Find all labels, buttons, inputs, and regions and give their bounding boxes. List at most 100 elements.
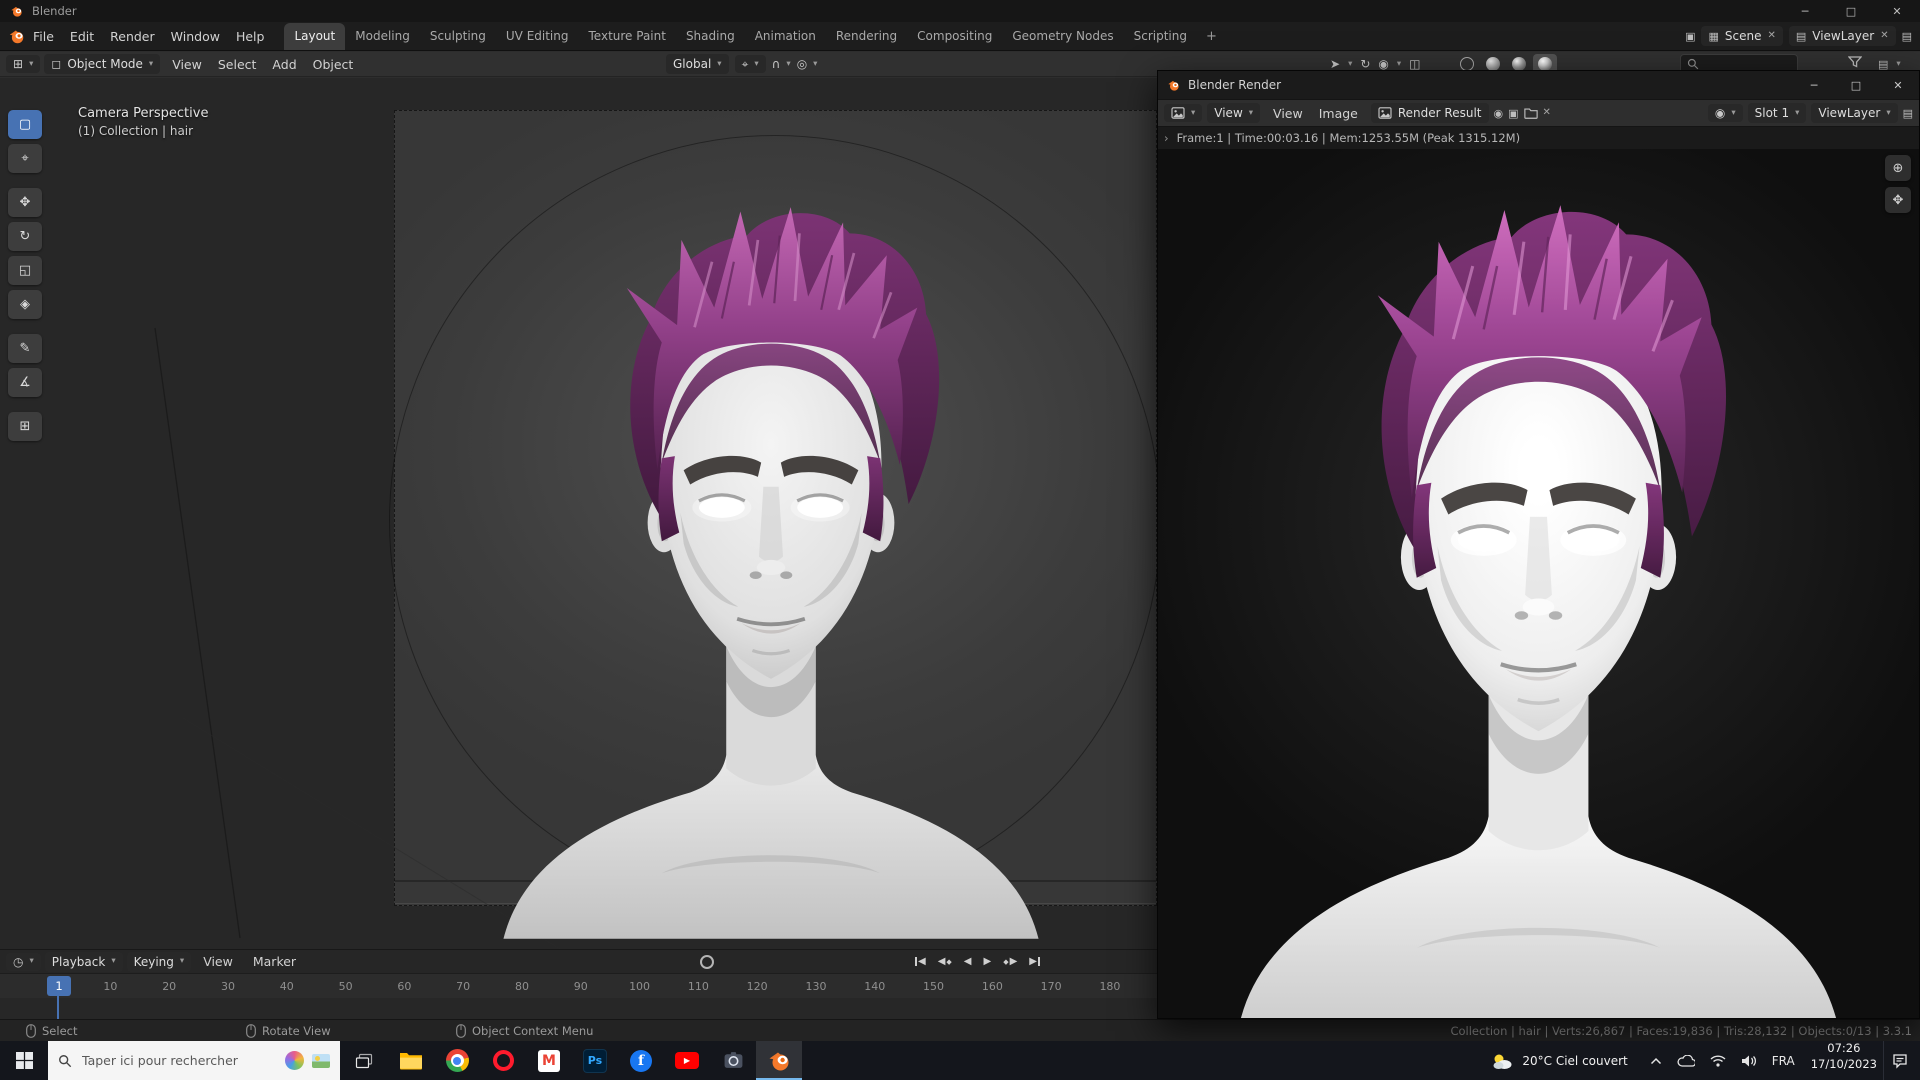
proportional-edit-icon[interactable]: ◎ — [797, 58, 807, 70]
prev-keyframe-button[interactable]: ◀ ◆ — [938, 956, 952, 967]
unlink-scene-icon[interactable]: ✕ — [1767, 31, 1775, 41]
taskbar-screenshot-tool[interactable] — [710, 1041, 756, 1080]
menu-help[interactable]: Help — [228, 29, 273, 44]
workspace-tab-shading[interactable]: Shading — [676, 23, 745, 50]
snap-magnet-icon[interactable]: ∩ — [772, 58, 781, 70]
workspace-tab-geometry-nodes[interactable]: Geometry Nodes — [1002, 23, 1123, 50]
frame-tick-150[interactable]: 150 — [904, 974, 963, 998]
wifi-icon[interactable] — [1710, 1054, 1726, 1067]
frame-tick-110[interactable]: 110 — [669, 974, 728, 998]
frame-tick-20[interactable]: 20 — [140, 974, 199, 998]
frame-tick-10[interactable]: 10 — [81, 974, 140, 998]
tray-chevron-up-icon[interactable] — [1650, 1057, 1662, 1065]
render-viewlayer-dropdown[interactable]: ViewLayer ▾ — [1811, 103, 1898, 123]
workspace-tab-uv-editing[interactable]: UV Editing — [496, 23, 579, 50]
taskbar-opera[interactable] — [480, 1041, 526, 1080]
scene-selector[interactable]: ▦ Scene ✕ — [1701, 26, 1783, 46]
pan-hand-button[interactable]: ✥ — [1885, 187, 1911, 213]
taskbar-gmail[interactable]: M — [526, 1041, 572, 1080]
add-cube-tool[interactable]: ⊞ — [8, 412, 42, 441]
onedrive-cloud-icon[interactable] — [1677, 1054, 1695, 1067]
mode-dropdown[interactable]: ◻ Object Mode ▾ — [44, 54, 161, 74]
proportional-chevron-icon[interactable]: ▾ — [813, 60, 817, 69]
frame-tick-130[interactable]: 130 — [787, 974, 846, 998]
workspace-tab-rendering[interactable]: Rendering — [826, 23, 907, 50]
taskbar-youtube[interactable]: ▶ — [664, 1041, 710, 1080]
frame-tick-140[interactable]: 140 — [845, 974, 904, 998]
taskbar-chrome[interactable] — [434, 1041, 480, 1080]
workspace-tab-scripting[interactable]: Scripting — [1124, 23, 1197, 50]
start-button[interactable] — [0, 1041, 48, 1080]
auto-keying-record-button[interactable] — [700, 955, 714, 969]
transform-tool[interactable]: ◈ — [8, 290, 42, 319]
chevron-down-icon[interactable]: ▾ — [1896, 60, 1900, 69]
workspace-tab-animation[interactable]: Animation — [745, 23, 826, 50]
zoom-tool-button[interactable]: ⊕ — [1885, 155, 1911, 181]
menu-render[interactable]: Render — [102, 29, 163, 44]
frame-tick-70[interactable]: 70 — [434, 974, 493, 998]
outliner-display-icon[interactable]: ▤ — [1878, 59, 1888, 70]
rotate-tool[interactable]: ↻ — [8, 222, 42, 251]
editor-type-dropdown[interactable]: ⊞ ▾ — [6, 55, 41, 73]
frame-tick-180[interactable]: 180 — [1081, 974, 1140, 998]
render-result-image[interactable]: ⊕ ✥ — [1158, 149, 1919, 1018]
selectability-icon[interactable]: ➤ — [1330, 58, 1340, 70]
timeline-view-menu[interactable]: View — [195, 954, 241, 969]
select-box-tool[interactable]: ▢ — [8, 110, 42, 139]
search-input[interactable] — [80, 1052, 277, 1069]
play-button[interactable]: ▶ — [984, 956, 992, 967]
add-workspace-button[interactable]: + — [1197, 29, 1226, 44]
frame-tick-100[interactable]: 100 — [610, 974, 669, 998]
frame-tick-160[interactable]: 160 — [963, 974, 1022, 998]
jump-to-start-button[interactable]: ◀ — [915, 956, 926, 967]
display-channels-icon[interactable]: ▤ — [1903, 108, 1913, 119]
volume-icon[interactable] — [1741, 1054, 1757, 1068]
expand-toolbar-arrow-icon[interactable]: › — [1164, 131, 1169, 145]
new-image-icon[interactable]: ▣ — [1508, 108, 1518, 119]
keying-menu[interactable]: Keying ▾ — [126, 951, 192, 972]
frame-tick-90[interactable]: 90 — [551, 974, 610, 998]
orientation-dropdown[interactable]: Global ▾ — [666, 54, 729, 74]
head-model[interactable] — [498, 196, 1044, 939]
viewport-menu-object[interactable]: Object — [305, 57, 362, 72]
chevron-down-icon[interactable]: ▾ — [1348, 60, 1352, 69]
viewlayer-selector[interactable]: ▤ ViewLayer ✕ — [1788, 26, 1896, 46]
unlink-viewlayer-icon[interactable]: ✕ — [1880, 31, 1888, 41]
frame-tick-60[interactable]: 60 — [375, 974, 434, 998]
timeline-editor-dropdown[interactable]: ◷ ▾ — [6, 952, 41, 971]
cursor-tool[interactable]: ⌖ — [8, 144, 42, 173]
task-view-button[interactable] — [340, 1041, 388, 1080]
taskbar-photoshop[interactable]: Ps — [572, 1041, 618, 1080]
xray-toggle-icon[interactable]: ◫ — [1409, 58, 1420, 70]
gizmo-toggle-icon[interactable]: ↻ — [1360, 58, 1370, 70]
workspace-tab-layout[interactable]: Layout — [284, 23, 346, 50]
frame-tick-170[interactable]: 170 — [1022, 974, 1081, 998]
maximize-button[interactable]: □ — [1828, 0, 1874, 22]
pin-image-icon[interactable]: ◉ — [1494, 108, 1504, 119]
taskbar-clock[interactable]: 07:26 17/10/2023 — [1805, 1041, 1883, 1080]
view-mode-dropdown[interactable]: View ▾ — [1207, 103, 1261, 123]
outliner-filter-button[interactable] — [1848, 56, 1862, 68]
jump-to-end-button[interactable]: ▶ — [1029, 956, 1040, 967]
frame-tick-40[interactable]: 40 — [257, 974, 316, 998]
workspace-tab-compositing[interactable]: Compositing — [907, 23, 1002, 50]
play-reverse-button[interactable]: ◀ — [964, 956, 972, 967]
render-window-titlebar[interactable]: Blender Render ─ □ ✕ — [1158, 71, 1919, 99]
new-scene-icon[interactable]: ▣ — [1685, 31, 1695, 42]
frame-tick-80[interactable]: 80 — [493, 974, 552, 998]
timeline-marker-menu[interactable]: Marker — [245, 954, 304, 969]
menu-edit[interactable]: Edit — [62, 29, 102, 44]
viewlayer-extra-icon[interactable]: ▤ — [1902, 31, 1912, 42]
image-editor-type-dropdown[interactable]: ▾ — [1164, 104, 1203, 122]
snap-settings-chevron-icon[interactable]: ▾ — [786, 60, 790, 69]
taskbar-blender[interactable] — [756, 1041, 802, 1080]
viewport-menu-view[interactable]: View — [164, 57, 210, 72]
render-minimize-button[interactable]: ─ — [1793, 71, 1835, 99]
next-keyframe-button[interactable]: ◆ ▶ — [1003, 956, 1017, 967]
workspace-tab-modeling[interactable]: Modeling — [345, 23, 420, 50]
image-menu-view[interactable]: View — [1265, 106, 1311, 121]
image-menu-image[interactable]: Image — [1311, 106, 1366, 121]
render-close-button[interactable]: ✕ — [1877, 71, 1919, 99]
workspace-tab-texture-paint[interactable]: Texture Paint — [579, 23, 676, 50]
current-frame-indicator[interactable]: 1 — [47, 976, 71, 996]
